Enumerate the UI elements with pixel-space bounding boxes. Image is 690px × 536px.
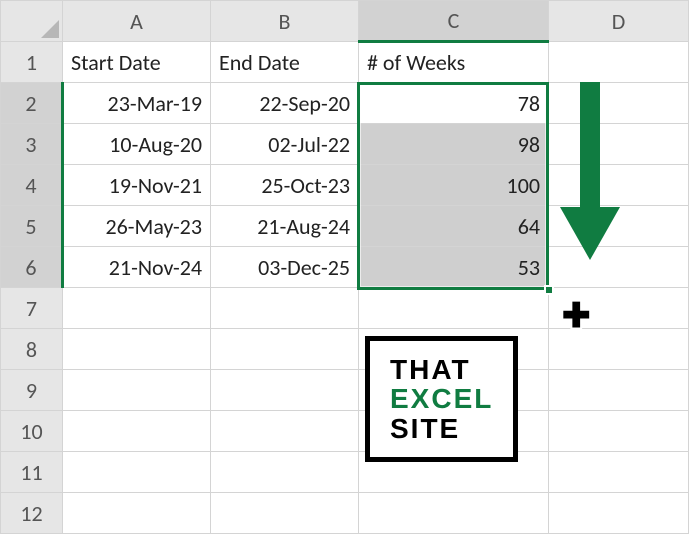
cell-b7[interactable]	[211, 288, 359, 329]
cell-a5[interactable]: 26-May-23	[63, 206, 211, 247]
cell-b12[interactable]	[211, 493, 359, 534]
cell-b1[interactable]: End Date	[211, 42, 359, 83]
cell-c4[interactable]: 100	[359, 165, 549, 206]
cell-c1[interactable]: # of Weeks	[359, 42, 549, 83]
cell-a4[interactable]: 19-Nov-21	[63, 165, 211, 206]
cell-c12[interactable]	[359, 493, 549, 534]
logo-line-1: THAT	[390, 355, 493, 384]
cell-c3[interactable]: 98	[359, 124, 549, 165]
cell-a9[interactable]	[63, 370, 211, 411]
cell-b10[interactable]	[211, 411, 359, 452]
cell-a3[interactable]: 10-Aug-20	[63, 124, 211, 165]
cell-b4[interactable]: 25-Oct-23	[211, 165, 359, 206]
cell-a2[interactable]: 23-Mar-19	[63, 83, 211, 124]
row-header-2[interactable]: 2	[1, 83, 63, 124]
cell-a7[interactable]	[63, 288, 211, 329]
row-header-4[interactable]: 4	[1, 165, 63, 206]
cell-b5[interactable]: 21-Aug-24	[211, 206, 359, 247]
cell-c5[interactable]: 64	[359, 206, 549, 247]
logo: THAT EXCEL SITE	[365, 336, 518, 462]
cell-b6[interactable]: 03-Dec-25	[211, 247, 359, 288]
row-header-9[interactable]: 9	[1, 370, 63, 411]
fill-cursor-icon: ✚	[562, 300, 591, 334]
cell-d11[interactable]	[549, 452, 689, 493]
cell-b9[interactable]	[211, 370, 359, 411]
column-header-d[interactable]: D	[549, 1, 689, 42]
cell-a10[interactable]	[63, 411, 211, 452]
cell-a1[interactable]: Start Date	[63, 42, 211, 83]
column-header-c[interactable]: C	[359, 1, 549, 42]
row-header-6[interactable]: 6	[1, 247, 63, 288]
row-header-7[interactable]: 7	[1, 288, 63, 329]
row-header-3[interactable]: 3	[1, 124, 63, 165]
logo-line-3: SITE	[390, 414, 493, 443]
column-header-a[interactable]: A	[63, 1, 211, 42]
spreadsheet-grid[interactable]: A B C D 1 Start Date End Date # of Weeks…	[0, 0, 689, 534]
cell-d1[interactable]	[549, 42, 689, 83]
cell-c2[interactable]: 78	[359, 83, 549, 124]
select-all-corner[interactable]	[1, 1, 63, 42]
cell-b11[interactable]	[211, 452, 359, 493]
cell-a8[interactable]	[63, 329, 211, 370]
row-header-8[interactable]: 8	[1, 329, 63, 370]
row-header-12[interactable]: 12	[1, 493, 63, 534]
cell-a6[interactable]: 21-Nov-24	[63, 247, 211, 288]
logo-line-2: EXCEL	[390, 384, 493, 413]
row-header-5[interactable]: 5	[1, 206, 63, 247]
arrow-down-icon	[560, 82, 620, 262]
cell-c7[interactable]	[359, 288, 549, 329]
cell-b3[interactable]: 02-Jul-22	[211, 124, 359, 165]
cell-d10[interactable]	[549, 411, 689, 452]
cell-b8[interactable]	[211, 329, 359, 370]
cell-a12[interactable]	[63, 493, 211, 534]
fill-handle[interactable]	[544, 285, 554, 295]
cell-d9[interactable]	[549, 370, 689, 411]
cell-d12[interactable]	[549, 493, 689, 534]
cell-c6[interactable]: 53	[359, 247, 549, 288]
cell-a11[interactable]	[63, 452, 211, 493]
row-header-11[interactable]: 11	[1, 452, 63, 493]
column-header-b[interactable]: B	[211, 1, 359, 42]
row-header-10[interactable]: 10	[1, 411, 63, 452]
cell-b2[interactable]: 22-Sep-20	[211, 83, 359, 124]
row-header-1[interactable]: 1	[1, 42, 63, 83]
